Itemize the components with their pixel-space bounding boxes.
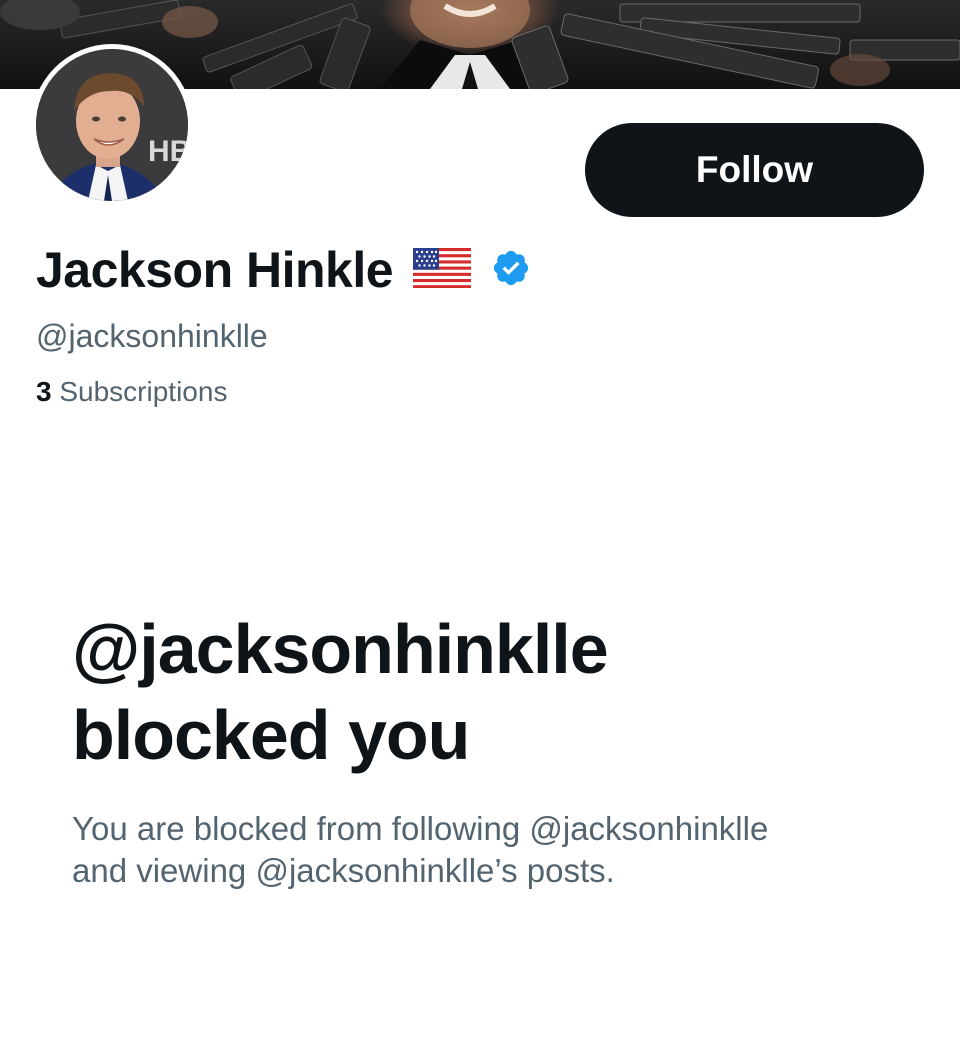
verified-badge-icon[interactable]	[491, 248, 531, 293]
profile-handle: @jacksonhinklle	[36, 318, 268, 354]
blocked-title-text: blocked you	[72, 696, 470, 774]
us-flag-icon	[413, 247, 472, 293]
subscriptions-label: Subscriptions	[59, 376, 228, 407]
avatar-image: HB	[36, 49, 188, 201]
blocked-title-handle: @jacksonhinklle	[72, 610, 609, 688]
display-name: Jackson Hinkle	[36, 242, 394, 298]
blocked-description: You are blocked from following @jacksonh…	[72, 808, 902, 892]
follow-button[interactable]: Follow	[585, 123, 924, 217]
display-name-row: Jackson Hinkle	[36, 238, 531, 302]
blocked-title: @jacksonhinklle blocked you	[72, 606, 892, 778]
subscriptions-link[interactable]: 3 Subscriptions	[36, 376, 227, 408]
blocked-description-line1: You are blocked from following @jacksonh…	[72, 810, 769, 847]
avatar[interactable]: HB	[31, 44, 193, 206]
blocked-description-line2: and viewing @jacksonhinklle’s posts.	[72, 852, 615, 889]
svg-text:HB: HB	[148, 135, 188, 168]
profile-page: HB Follow Jackson Hinkle @jacksonhinklle…	[0, 0, 960, 1046]
subscriptions-count: 3	[36, 376, 52, 407]
